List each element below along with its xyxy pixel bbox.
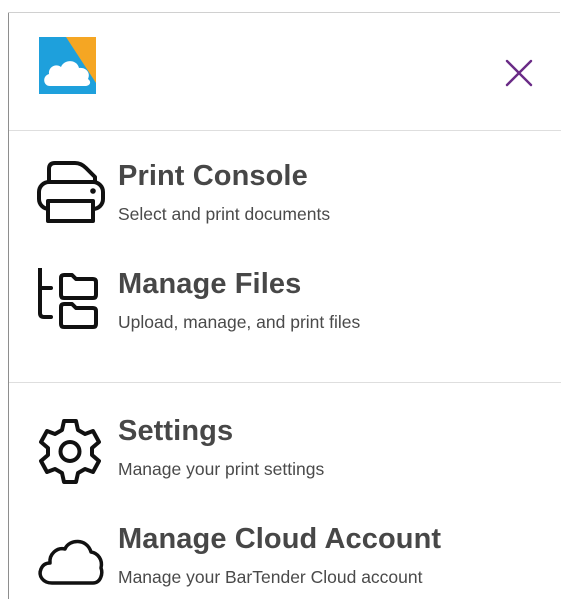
- gear-icon: [35, 415, 105, 485]
- menu-item-title: Manage Files: [118, 268, 302, 300]
- bartender-cloud-logo: [39, 37, 96, 94]
- menu-item-manage-cloud-account[interactable]: Manage Cloud Account Manage your BarTend…: [9, 523, 561, 613]
- header-divider: [9, 130, 561, 131]
- menu-item-settings[interactable]: Settings Manage your print settings: [9, 415, 561, 505]
- folder-tree-icon: [35, 266, 105, 338]
- menu-item-title: Manage Cloud Account: [118, 523, 442, 555]
- menu-item-manage-files[interactable]: Manage Files Upload, manage, and print f…: [9, 266, 561, 358]
- menu-item-print-console[interactable]: Print Console Select and print documents: [9, 160, 561, 250]
- menu-item-subtitle: Select and print documents: [118, 204, 331, 224]
- navigation-menu-panel: Print Console Select and print documents…: [9, 13, 561, 599]
- menu-item-title: Settings: [118, 415, 234, 447]
- section-divider: [9, 382, 561, 383]
- close-button[interactable]: [501, 56, 537, 92]
- menu-item-title: Print Console: [118, 160, 308, 192]
- menu-item-subtitle: Manage your BarTender Cloud account: [118, 567, 423, 587]
- menu-header: [9, 13, 561, 130]
- menu-item-subtitle: Upload, manage, and print files: [118, 312, 361, 332]
- cloud-icon: [35, 523, 105, 593]
- printer-icon: [35, 160, 105, 230]
- close-icon: [505, 59, 533, 87]
- menu-item-subtitle: Manage your print settings: [118, 459, 325, 479]
